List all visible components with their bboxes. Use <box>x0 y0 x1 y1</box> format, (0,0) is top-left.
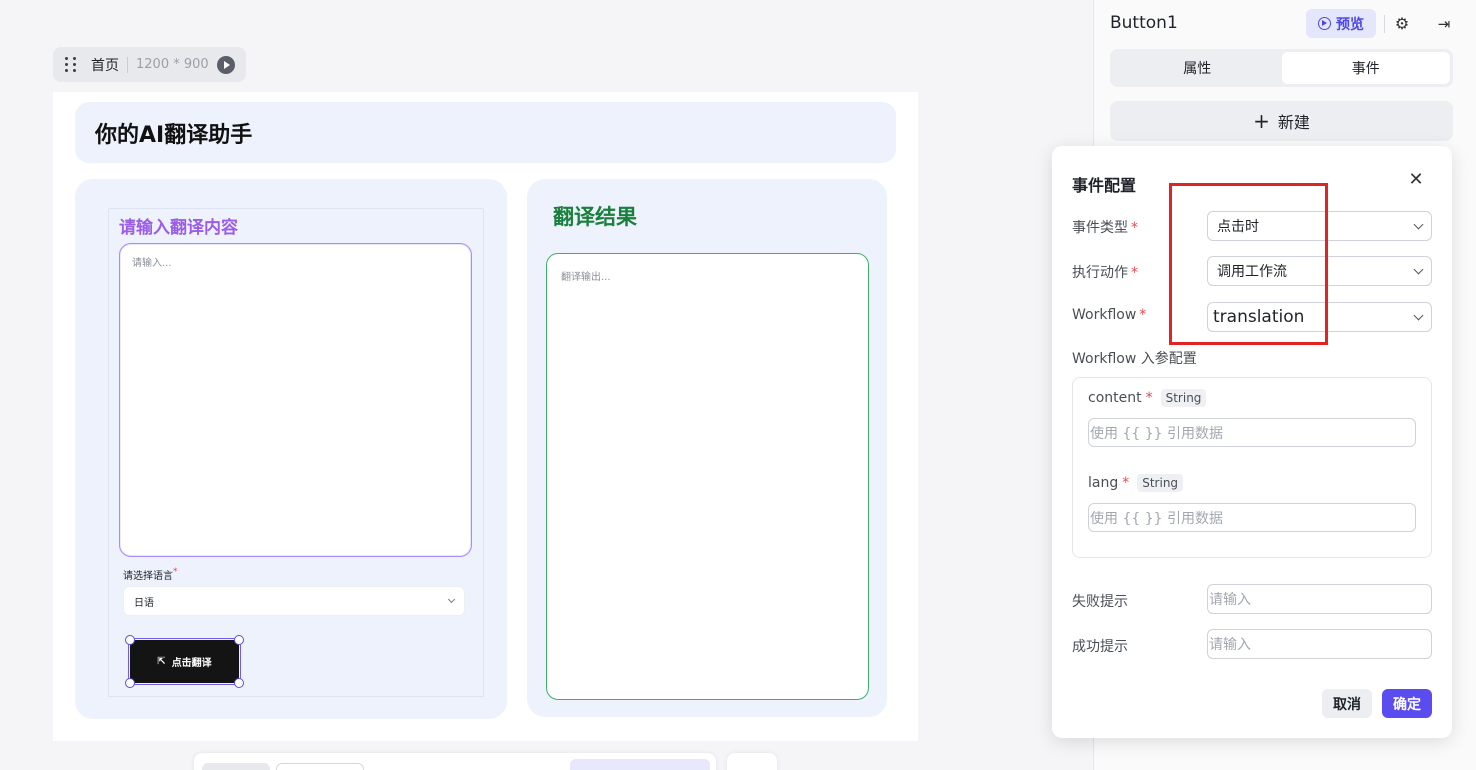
chevron-down-icon <box>1413 310 1424 320</box>
new-event-label: 新建 <box>1277 113 1310 132</box>
chevron-down-icon <box>1413 264 1424 274</box>
event-type-select[interactable]: 点击时 <box>1207 211 1432 241</box>
new-event-button[interactable]: + 新建 <box>1110 101 1453 141</box>
artboard: 你的AI翻译助手 请输入翻译内容 请输入... 请选择语言* 日语 ⇱ 点击翻译 <box>53 92 918 741</box>
fail-tip-label: 失败提示 <box>1072 594 1128 610</box>
resize-handle-top-left[interactable] <box>125 635 135 645</box>
resize-handle-bottom-left[interactable] <box>125 678 135 688</box>
panel-tabs: 属性 事件 <box>1110 49 1453 87</box>
component-name: Button1 <box>1110 13 1178 33</box>
source-textarea[interactable]: 请输入... <box>119 243 472 557</box>
language-label: 请选择语言* <box>123 567 178 582</box>
event-config-popover: 事件配置 ✕ 事件类型 * 点击时 执行动作 * 调用工作流 Workflow * t… <box>1052 146 1452 738</box>
param-lang-input[interactable]: 使用 {{ }} 引用数据 <box>1088 503 1416 532</box>
required-mark: * <box>173 567 178 577</box>
language-value: 日语 <box>134 597 154 609</box>
action-value: 调用工作流 <box>1217 264 1287 280</box>
collapse-panel-icon[interactable]: ⇥ <box>1434 14 1454 34</box>
textarea-placeholder: 请输入... <box>132 258 172 269</box>
preview-button[interactable]: 预览 <box>1306 9 1376 38</box>
fail-tip-input[interactable]: 请输入 <box>1207 584 1432 614</box>
success-tip-label: 成功提示 <box>1072 639 1128 655</box>
play-icon[interactable] <box>216 55 235 74</box>
param-content-label: content * String <box>1088 389 1207 407</box>
chevron-down-icon <box>1413 219 1424 229</box>
param-type-tag: String <box>1137 474 1184 492</box>
toolbar-divider <box>1384 15 1385 33</box>
param-type-tag: String <box>1160 389 1207 407</box>
param-lang-label: lang * String <box>1088 474 1184 492</box>
toolbar-segment[interactable] <box>570 759 710 770</box>
close-icon[interactable]: ✕ <box>1408 170 1424 190</box>
page-name: 首页 <box>91 57 119 74</box>
translate-button[interactable]: ⇱ 点击翻译 <box>128 638 241 685</box>
gear-icon[interactable]: ⚙ <box>1392 14 1412 34</box>
popover-title: 事件配置 <box>1072 176 1137 195</box>
page-size: 1200 * 900 <box>136 57 209 72</box>
app-title: 你的AI翻译助手 <box>95 122 253 148</box>
resize-handle-top-right[interactable] <box>234 635 244 645</box>
workflow-params-label: Workflow 入参配置 <box>1072 351 1197 367</box>
drag-handle-icon[interactable] <box>65 56 79 73</box>
input-heading: 请输入翻译内容 <box>119 218 238 238</box>
param-content-input[interactable]: 使用 {{ }} 引用数据 <box>1088 418 1416 447</box>
toolbar-segment[interactable] <box>276 763 364 770</box>
cursor-icon: ⇱ <box>157 656 166 667</box>
chip-divider <box>127 56 128 73</box>
language-select[interactable]: 日语 <box>123 586 465 616</box>
workflow-params-box: content * String 使用 {{ }} 引用数据 lang * Stri… <box>1072 377 1432 558</box>
preview-play-icon <box>1318 17 1331 30</box>
chevron-down-icon <box>447 595 456 604</box>
input-container[interactable]: 请输入翻译内容 请输入... 请选择语言* 日语 ⇱ 点击翻译 <box>108 208 484 697</box>
page-chip[interactable]: 首页 1200 * 900 <box>53 47 246 82</box>
result-heading: 翻译结果 <box>553 205 637 229</box>
workflow-value: translation <box>1213 307 1305 327</box>
tab-properties[interactable]: 属性 <box>1113 52 1282 84</box>
workflow-label: Workflow * <box>1072 307 1147 323</box>
tab-events[interactable]: 事件 <box>1281 52 1450 84</box>
plus-icon: + <box>1253 109 1270 133</box>
action-label: 执行动作 * <box>1072 265 1138 281</box>
action-select[interactable]: 调用工作流 <box>1207 256 1432 286</box>
event-type-label: 事件类型 * <box>1072 220 1138 236</box>
result-output[interactable]: 翻译输出... <box>546 253 869 700</box>
toolbar-segment[interactable] <box>202 763 270 770</box>
title-card[interactable]: 你的AI翻译助手 <box>75 102 896 163</box>
cancel-button[interactable]: 取消 <box>1322 689 1372 718</box>
preview-label: 预览 <box>1336 16 1364 33</box>
input-card[interactable]: 请输入翻译内容 请输入... 请选择语言* 日语 ⇱ 点击翻译 <box>75 179 507 719</box>
resize-handle-bottom-right[interactable] <box>234 678 244 688</box>
confirm-button[interactable]: 确定 <box>1382 689 1432 718</box>
success-tip-input[interactable]: 请输入 <box>1207 629 1432 659</box>
translate-button-label: 点击翻译 <box>171 658 212 669</box>
bottom-toolbar-extra[interactable] <box>727 753 777 770</box>
bottom-toolbar[interactable] <box>194 753 716 770</box>
output-placeholder: 翻译输出... <box>561 272 611 283</box>
result-card[interactable]: 翻译结果 翻译输出... <box>527 179 887 717</box>
workflow-select[interactable]: translation <box>1207 302 1432 332</box>
event-type-value: 点击时 <box>1217 219 1259 235</box>
